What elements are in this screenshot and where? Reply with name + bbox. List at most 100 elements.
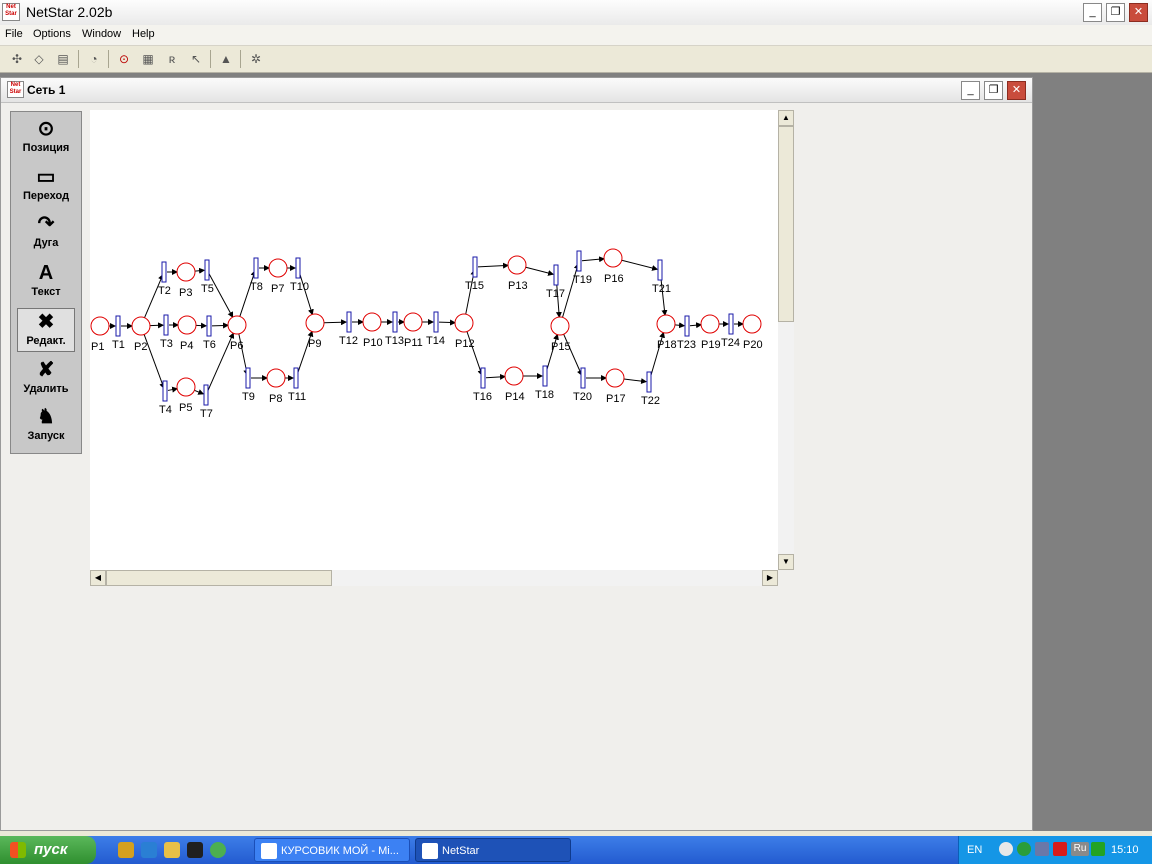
transition-t8[interactable] xyxy=(253,257,259,279)
place-p3[interactable] xyxy=(176,262,196,282)
scroll-right-button[interactable]: ▶ xyxy=(762,570,778,586)
transition-t21[interactable] xyxy=(657,259,663,281)
menu-help[interactable]: Help xyxy=(132,28,155,40)
antivirus-icon[interactable] xyxy=(1017,842,1031,856)
transition-t3[interactable] xyxy=(163,314,169,336)
kaspersky-icon[interactable] xyxy=(1053,842,1067,856)
scroll-up-button[interactable]: ▲ xyxy=(778,110,794,126)
winamp-icon[interactable] xyxy=(118,842,134,858)
transition-t4[interactable] xyxy=(162,380,168,402)
tool-place[interactable]: ⊙ Позиция xyxy=(17,116,75,160)
taskbar-item-netstar[interactable]: NetStar xyxy=(415,838,571,862)
transition-t20[interactable] xyxy=(580,367,586,389)
arc-p6-t8[interactable] xyxy=(239,269,257,317)
minimize-button[interactable]: _ xyxy=(1083,3,1102,22)
arc-p3-t5[interactable] xyxy=(194,267,206,274)
tool-edit[interactable]: ✖ Редакт. xyxy=(17,308,75,352)
table-icon[interactable]: ▦ xyxy=(139,50,157,68)
transition-t23[interactable] xyxy=(684,315,690,337)
transition-t5[interactable] xyxy=(204,259,210,281)
petri-net-diagram[interactable]: P1 P2 P3 P4 P5 P6 P7 P8 P9 P10 P11 P12 P13 P14 P15 P16 P… xyxy=(90,110,778,570)
transition-t7[interactable] xyxy=(203,384,209,406)
scroll-down-button[interactable]: ▼ xyxy=(778,554,794,570)
transition-t13[interactable] xyxy=(392,311,398,333)
taskbar-item-word[interactable]: КУРСОВИК МОЙ - Mi... xyxy=(254,838,410,862)
cursor-icon[interactable]: ↖ xyxy=(187,50,205,68)
transition-t10[interactable] xyxy=(295,257,301,279)
torrent-icon[interactable] xyxy=(210,842,226,858)
place-p18[interactable] xyxy=(656,314,676,334)
transition-t15[interactable] xyxy=(472,256,478,278)
place-p19[interactable] xyxy=(700,314,720,334)
place-p14[interactable] xyxy=(504,366,524,386)
arc-t23-p19[interactable] xyxy=(689,322,703,329)
tool-arc[interactable]: ↷ Дуга xyxy=(17,211,75,255)
start-button[interactable]: пуск xyxy=(0,836,96,864)
place-p17[interactable] xyxy=(605,368,625,388)
menu-file[interactable]: File xyxy=(5,28,23,40)
transition-t22[interactable] xyxy=(646,371,652,393)
transition-t2[interactable] xyxy=(161,261,167,283)
place-p11[interactable] xyxy=(403,312,423,332)
place-p15[interactable] xyxy=(550,316,570,336)
place-p13[interactable] xyxy=(507,255,527,275)
place-p1[interactable] xyxy=(90,316,110,336)
transition-t24[interactable] xyxy=(728,313,734,335)
place-p10[interactable] xyxy=(362,312,382,332)
arc-p18-t23[interactable] xyxy=(674,322,686,329)
arc-t14-p12[interactable] xyxy=(438,319,457,326)
place-p9[interactable] xyxy=(305,313,325,333)
transition-t11[interactable] xyxy=(293,367,299,389)
arc-t4-p5[interactable] xyxy=(167,386,179,393)
arc-p16-t21[interactable] xyxy=(621,259,659,271)
child-minimize-button[interactable]: _ xyxy=(961,81,980,100)
transition-t12[interactable] xyxy=(346,311,352,333)
petri-net-icon[interactable]: ⊙ xyxy=(115,50,133,68)
folder-icon[interactable] xyxy=(164,842,180,858)
tool-text[interactable]: A Текст xyxy=(17,260,75,304)
arc-t16-p14[interactable] xyxy=(485,373,507,380)
terminal-icon[interactable] xyxy=(187,842,203,858)
place-p16[interactable] xyxy=(603,248,623,268)
place-p4[interactable] xyxy=(177,315,197,335)
child-close-button[interactable]: ✕ xyxy=(1007,81,1026,100)
eraser-icon[interactable]: ◇ xyxy=(30,50,48,68)
close-button[interactable]: ✕ xyxy=(1129,3,1148,22)
tool-delete[interactable]: ✘ Удалить xyxy=(17,357,75,401)
vertical-scrollbar[interactable]: ▲ ▼ xyxy=(778,110,794,570)
menu-window[interactable]: Window xyxy=(82,28,121,40)
vertical-scroll-thumb[interactable] xyxy=(778,126,794,322)
horizontal-scrollbar[interactable]: ◀ ▶ xyxy=(90,570,778,586)
place-p6[interactable] xyxy=(227,315,247,335)
transition-t14[interactable] xyxy=(433,311,439,333)
arc-t19-p16[interactable] xyxy=(581,256,606,263)
place-p5[interactable] xyxy=(176,377,196,397)
arc-t15-p13[interactable] xyxy=(477,262,510,269)
horizontal-scroll-thumb[interactable] xyxy=(106,570,332,586)
transition-t6[interactable] xyxy=(206,315,212,337)
copy-icon[interactable]: ▤ xyxy=(54,50,72,68)
child-restore-button[interactable]: ❐ xyxy=(984,81,1003,100)
language-indicator[interactable]: EN xyxy=(967,844,982,856)
transfer-icon[interactable] xyxy=(1091,842,1105,856)
ru-layout-icon[interactable]: Ru xyxy=(1071,842,1089,856)
tool-run[interactable]: ♞ Запуск xyxy=(17,404,75,448)
arc-p2-t3[interactable] xyxy=(149,322,165,329)
tool-transition[interactable]: ▭ Переход xyxy=(17,164,75,208)
restore-button[interactable]: ❐ xyxy=(1106,3,1125,22)
menu-options[interactable]: Options xyxy=(33,28,71,40)
transition-t9[interactable] xyxy=(245,367,251,389)
place-p8[interactable] xyxy=(266,368,286,388)
place-p2[interactable] xyxy=(131,316,151,336)
arc-p13-t17[interactable] xyxy=(525,266,555,276)
transition-t1[interactable] xyxy=(115,315,121,337)
net-canvas[interactable]: P1 P2 P3 P4 P5 P6 P7 P8 P9 P10 P11 P12 P13 P14 P15 P16 P… xyxy=(90,110,778,570)
arc-p17-t22[interactable] xyxy=(623,378,648,385)
clock-icon[interactable]: ◔ xyxy=(85,50,103,68)
transition-t18[interactable] xyxy=(542,365,548,387)
place-p7[interactable] xyxy=(268,258,288,278)
register-icon[interactable]: ʀ xyxy=(163,50,181,68)
settings-icon[interactable]: ✲ xyxy=(247,50,265,68)
graduate-icon[interactable]: ▲ xyxy=(217,50,235,68)
arc-p9-t12[interactable] xyxy=(323,319,348,326)
